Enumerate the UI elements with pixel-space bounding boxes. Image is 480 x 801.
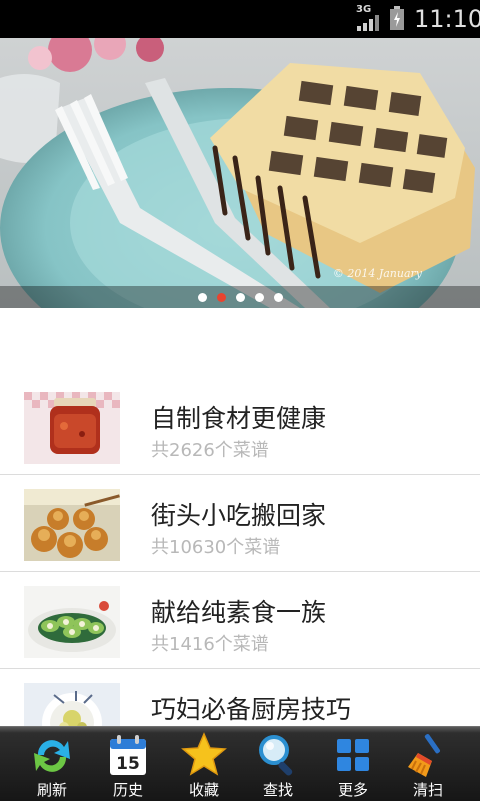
category-thumbnail [24, 392, 120, 464]
favorites-label: 收藏 [188, 781, 219, 799]
star-icon [181, 732, 227, 776]
broom-icon [408, 734, 440, 777]
more-button[interactable]: 更多 [315, 727, 391, 801]
refresh-icon [34, 740, 70, 772]
category-list: 自制食材更健康 共2626个菜谱 街头小吃搬回家 共10630个菜谱 献给纯素食… [0, 378, 480, 766]
slide-dot[interactable] [235, 293, 245, 302]
calendar-icon: 15 [110, 735, 146, 775]
list-item[interactable]: 献给纯素食一族 共1416个菜谱 [0, 572, 480, 669]
category-title: 自制食材更健康 [151, 404, 327, 433]
more-label: 更多 [337, 781, 368, 799]
network-type: 3G [356, 4, 372, 15]
calendar-day: 15 [116, 754, 140, 774]
clean-label: 清扫 [412, 781, 443, 799]
slide-dot[interactable] [273, 293, 283, 302]
slide-dot-active[interactable] [216, 293, 226, 302]
history-button[interactable]: 15 历史 [90, 727, 166, 801]
refresh-button[interactable]: 刷新 [14, 727, 90, 801]
recipe-count: 共1416个菜谱 [151, 634, 269, 655]
list-item[interactable]: 自制食材更健康 共2626个菜谱 [0, 378, 480, 475]
slide-indicator [0, 293, 480, 302]
grid-icon [337, 739, 369, 771]
category-title: 献给纯素食一族 [151, 598, 327, 627]
clean-button[interactable]: 清扫 [390, 727, 466, 801]
battery-icon [390, 6, 404, 30]
category-thumbnail [24, 586, 120, 658]
featured-banner[interactable]: © 2014 January [0, 38, 480, 308]
status-bar: 3G 11:10 [0, 0, 480, 38]
recipe-count: 共2626个菜谱 [151, 440, 269, 461]
refresh-label: 刷新 [36, 781, 67, 799]
magnifier-icon [259, 735, 293, 776]
category-title: 巧妇必备厨房技巧 [151, 695, 352, 724]
list-item[interactable]: 街头小吃搬回家 共10630个菜谱 [0, 475, 480, 572]
category-title: 街头小吃搬回家 [151, 501, 327, 530]
history-label: 历史 [112, 781, 143, 799]
banner-watermark: © 2014 January [332, 267, 422, 280]
recipe-count: 共10630个菜谱 [151, 537, 281, 558]
search-button[interactable]: 查找 [240, 727, 316, 801]
slide-dot[interactable] [197, 293, 207, 302]
signal-icon [357, 15, 379, 31]
bottom-toolbar: 刷新 15 历史 收藏 查找 更多 清扫 [0, 726, 480, 801]
search-label: 查找 [262, 781, 293, 799]
clock: 11:10 [414, 5, 480, 33]
slide-dot[interactable] [254, 293, 264, 302]
favorites-button[interactable]: 收藏 [166, 727, 242, 801]
category-thumbnail [24, 489, 120, 561]
